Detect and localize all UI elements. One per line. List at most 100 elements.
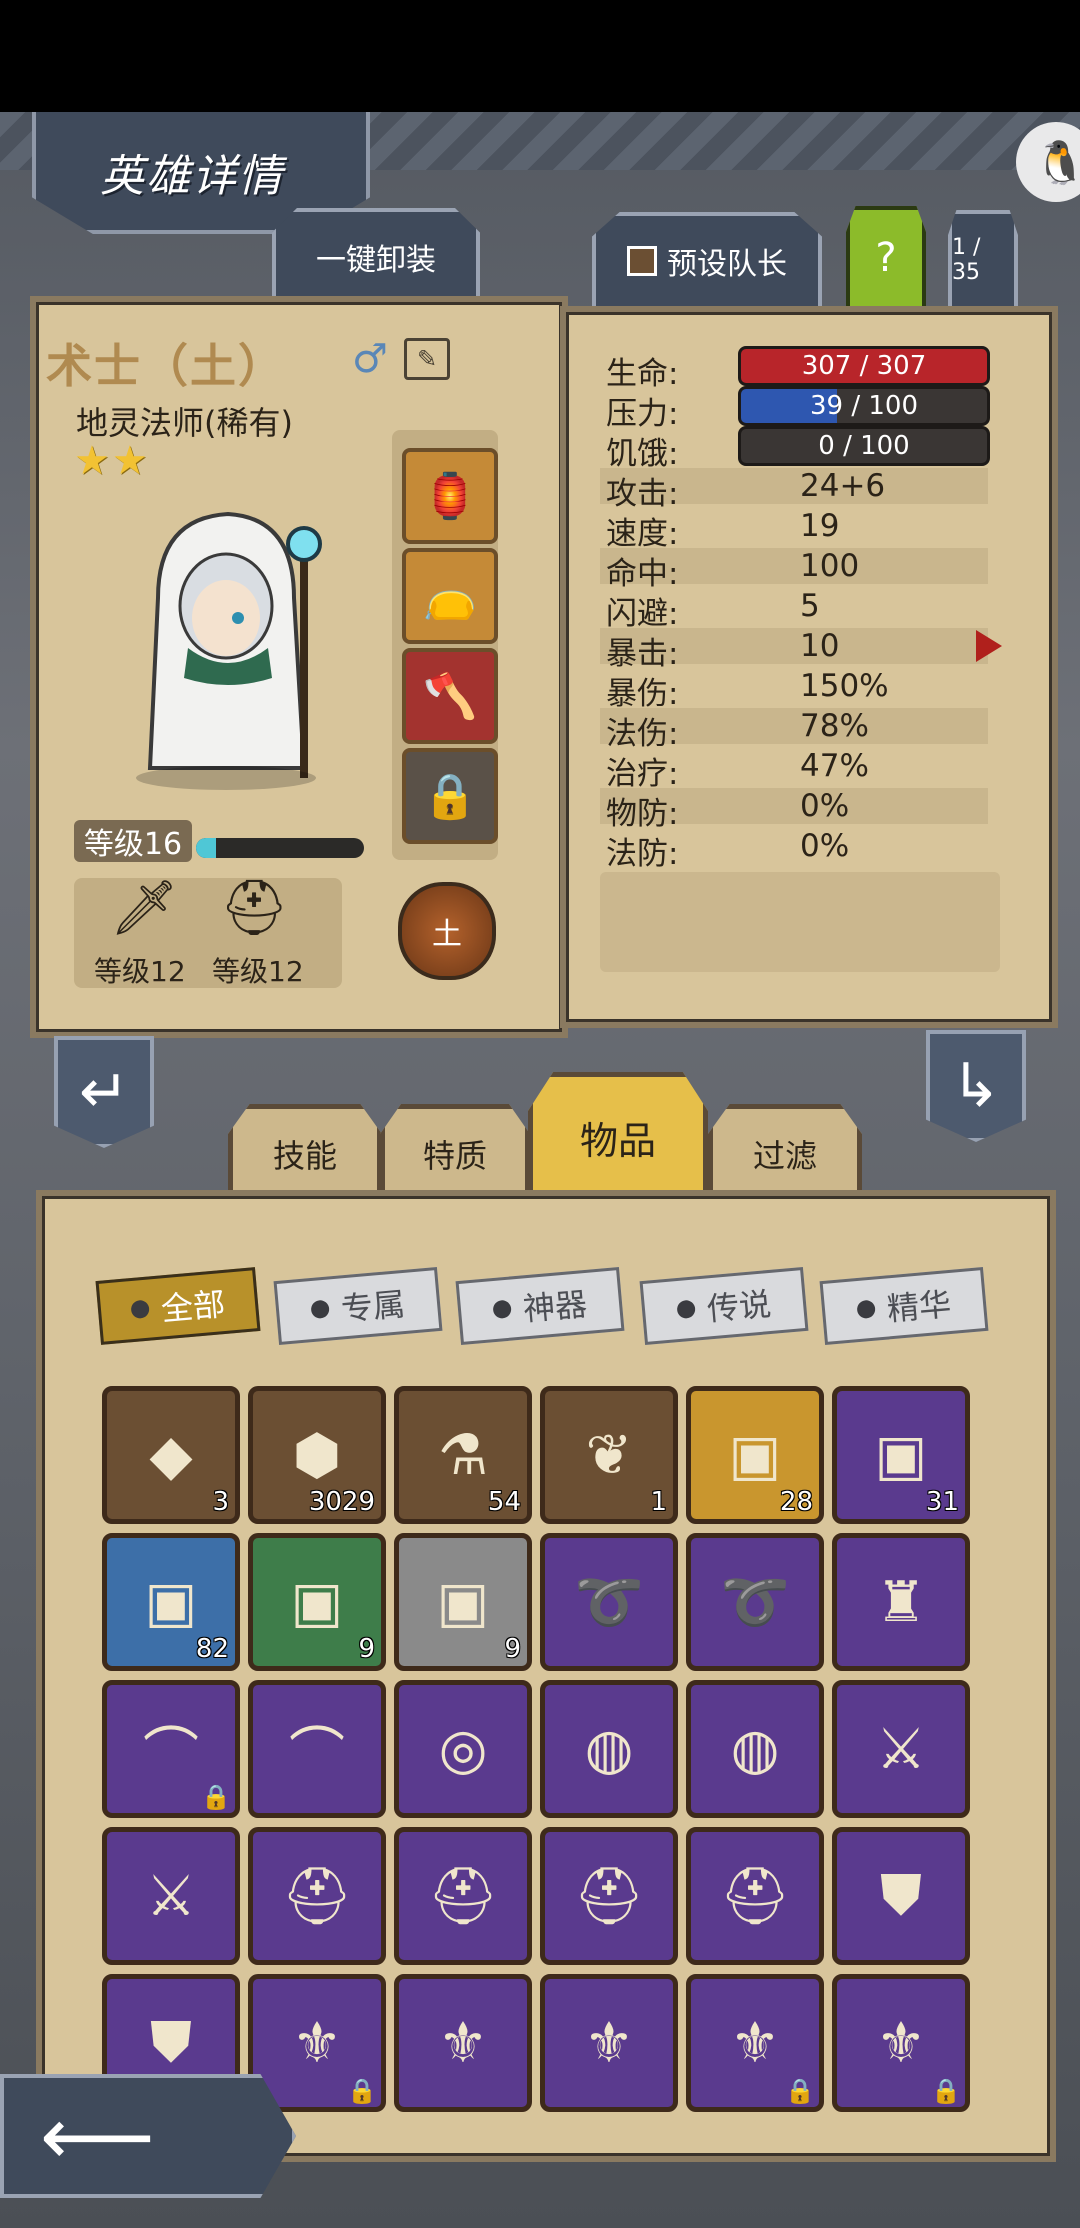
inventory-slot[interactable]: ▣ 82 [102, 1533, 240, 1671]
penguin-icon: 🐧 [1034, 138, 1080, 187]
inventory-slot[interactable]: ⚜ [394, 1974, 532, 2112]
filter-label: 传说 [705, 1284, 773, 1329]
unequip-all-button[interactable]: 一键卸装 [272, 208, 480, 306]
stat-value: 47% [800, 748, 869, 784]
inventory-slot[interactable]: ⚜ 🔒 [686, 1974, 824, 2112]
item-count: 82 [195, 1634, 229, 1664]
tab-skills[interactable]: 技能 [228, 1104, 382, 1204]
item-count: 3029 [308, 1487, 375, 1517]
inventory-slot[interactable]: ▣ 9 [248, 1533, 386, 1671]
inventory-slot[interactable]: ⛊ [832, 1827, 970, 1965]
inventory-slot[interactable]: ⬢ 3029 [248, 1386, 386, 1524]
stat-bar-value: 0 / 100 [818, 431, 910, 461]
stat-row: 治疗: 47% [600, 748, 988, 792]
stat-value: 24+6 [800, 468, 886, 504]
xp-fill [196, 838, 217, 858]
inventory-slot[interactable]: ⌒ 🔒 [102, 1680, 240, 1818]
inventory-slot[interactable]: ▣ 31 [832, 1386, 970, 1524]
blue-chest-icon: ▣ [144, 1569, 198, 1635]
inventory-slot[interactable]: ➰ [686, 1533, 824, 1671]
tab-traits[interactable]: 特质 [380, 1104, 530, 1204]
item-count: 54 [487, 1487, 521, 1517]
inventory-slot[interactable]: ♜ [832, 1533, 970, 1671]
gold-helmet-icon: ⛑ [427, 1864, 499, 1929]
prev-hero-button[interactable]: ↵ [54, 1036, 154, 1148]
red-band-icon: ◎ [438, 1716, 488, 1782]
winged-boots-icon: ⚜ [875, 2010, 927, 2076]
checkbox-icon[interactable] [627, 246, 657, 276]
stat-label: 法防: [606, 836, 679, 872]
stat-row: 速度: 19 [600, 508, 988, 552]
stat-label: 暴伤: [606, 676, 679, 712]
inventory-slot[interactable]: ⚔ [832, 1680, 970, 1818]
inventory-slot[interactable]: ◍ [686, 1680, 824, 1818]
stat-label: 饥饿: [606, 436, 679, 472]
inventory-slot[interactable]: ⚗ 54 [394, 1386, 532, 1524]
inventory-slot[interactable]: ⛑ [394, 1827, 532, 1965]
stat-label: 命中: [606, 556, 679, 592]
item-count: 9 [504, 1634, 521, 1664]
gem-pouch-icon: 👝 [422, 571, 478, 622]
inventory-slot[interactable]: ⚜ 🔒 [832, 1974, 970, 2112]
stat-bar-value: 39 / 100 [810, 391, 918, 421]
stat-bar: 39 / 100 [738, 386, 990, 426]
winged-boots-icon: ⚜ [583, 2010, 635, 2076]
stat-value: 10 [800, 628, 840, 664]
inventory-slot[interactable]: ▣ 9 [394, 1533, 532, 1671]
trinket-slot-lantern[interactable]: 🏮 [402, 448, 498, 544]
inventory-slot[interactable]: ◍ [540, 1680, 678, 1818]
next-hero-button[interactable]: ↳ [926, 1030, 1026, 1142]
preset-leader-toggle[interactable]: 预设队长 [592, 212, 822, 310]
whip-icon: ➰ [574, 1570, 644, 1635]
stats-expand-arrow-icon[interactable] [976, 630, 1002, 662]
stat-label: 压力: [606, 396, 679, 432]
sword-icon[interactable]: 🗡 [110, 876, 179, 940]
locked-slot[interactable]: 🔒 [402, 748, 498, 844]
stat-label: 速度: [606, 516, 679, 552]
armor-level: 等级12 [212, 955, 304, 988]
stat-label: 闪避: [606, 596, 679, 632]
claw-necklace-icon: ⌒ [289, 1721, 345, 1787]
earth-element-emblem[interactable]: 土 [398, 882, 496, 980]
radio-icon [856, 1299, 876, 1320]
purple-chest-icon: ▣ [874, 1422, 928, 1488]
inventory-slot[interactable]: ➰ [540, 1533, 678, 1671]
inventory-slot[interactable]: ◎ [394, 1680, 532, 1818]
inventory-slot[interactable]: ◆ 3 [102, 1386, 240, 1524]
stat-row: 物防: 0% [600, 788, 988, 832]
stat-row: 法防: 0% [600, 828, 988, 872]
inventory-slot[interactable]: ⌒ [248, 1680, 386, 1818]
helmet-icon[interactable]: ⛑ [220, 876, 289, 940]
inventory-slot[interactable]: ⚜ [540, 1974, 678, 2112]
inventory-slot[interactable]: ▣ 28 [686, 1386, 824, 1524]
stat-row: 暴伤: 150% [600, 668, 988, 712]
trinket-slot-pouch[interactable]: 👝 [402, 548, 498, 644]
stat-label: 物防: [606, 796, 679, 832]
tab-items[interactable]: 物品 [528, 1072, 708, 1202]
feather-icon: ❦ [585, 1422, 633, 1488]
stat-label: 暴击: [606, 636, 679, 672]
trinket-slot-axe[interactable]: 🪓 [402, 648, 498, 744]
stat-label: 生命: [606, 356, 679, 392]
inventory-slot[interactable]: ⛑ [248, 1827, 386, 1965]
help-button[interactable]: ? [846, 206, 926, 310]
inventory-slot[interactable]: ❦ 1 [540, 1386, 678, 1524]
stat-row: 暴击: 10 [600, 628, 988, 672]
gold-helmet-icon: ⛑ [281, 1864, 353, 1929]
stat-value: 5 [800, 588, 820, 624]
ice-sword-icon: ⚔ [875, 1716, 927, 1782]
inventory-slot[interactable]: ⛑ [540, 1827, 678, 1965]
rename-edit-icon[interactable]: ✎ [404, 338, 450, 380]
winged-boots-icon: ⚜ [729, 2010, 781, 2076]
gold-helmet-icon: ⛑ [719, 1864, 791, 1929]
back-button[interactable]: ⟵ [0, 2074, 296, 2198]
stat-value: 0% [800, 828, 850, 864]
inventory-slot[interactable]: ⛑ [686, 1827, 824, 1965]
crystal-ring-icon: ◍ [730, 1716, 780, 1782]
ice-sword-icon: ⚔ [145, 1863, 197, 1929]
claw-necklace-icon: ⌒ [143, 1721, 199, 1787]
stat-label: 治疗: [606, 756, 679, 792]
tab-filter[interactable]: 过滤 [708, 1104, 862, 1204]
inventory-slot[interactable]: ⚔ [102, 1827, 240, 1965]
spiked-armor-icon: ♜ [875, 1569, 927, 1635]
